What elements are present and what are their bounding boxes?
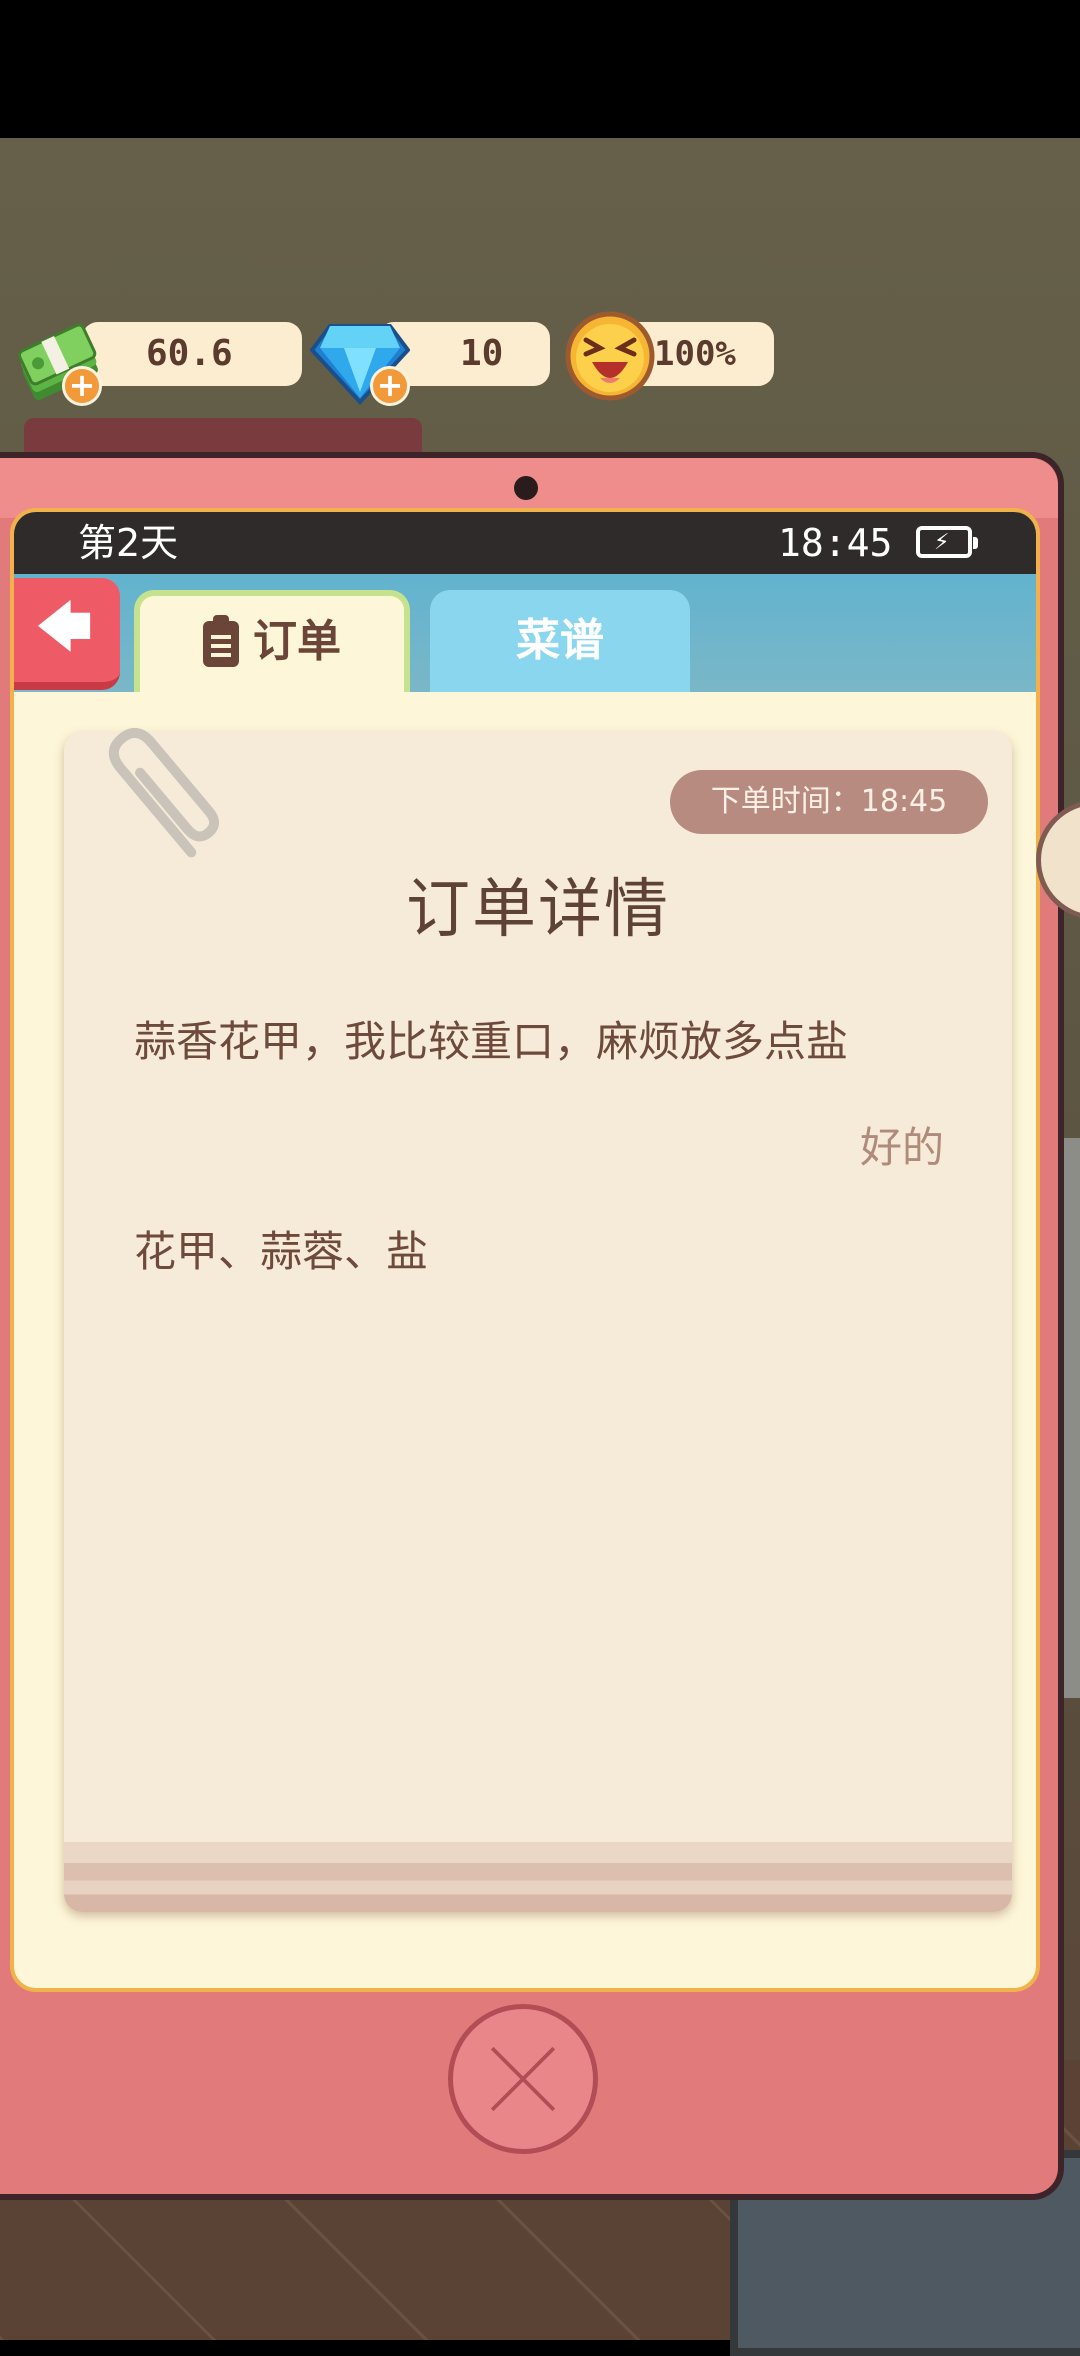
tab-bar: 🡄 订单 菜谱 <box>14 574 1036 692</box>
order-tablet: 第2天 18:45 ⚡ 🡄 订单 菜谱 下单时间：18:45 订单详情 蒜香花甲… <box>0 452 1064 2200</box>
order-detail-card: 下单时间：18:45 订单详情 蒜香花甲，我比较重口，麻烦放多点盐 好的 花甲、… <box>64 727 1012 1912</box>
add-gem-plus-icon[interactable]: + <box>370 366 410 406</box>
order-detail-title: 订单详情 <box>406 873 670 947</box>
paperclip-icon <box>108 727 220 858</box>
close-button[interactable] <box>448 2004 598 2154</box>
reply-text: 好的 <box>859 1123 944 1172</box>
tab-recipes-label: 菜谱 <box>516 615 604 666</box>
back-button[interactable]: 🡄 <box>14 578 120 690</box>
tab-orders[interactable]: 订单 <box>134 590 410 692</box>
card-stack-edges <box>64 1842 1012 1912</box>
add-money-plus-icon[interactable]: + <box>62 366 102 406</box>
back-arrow-icon: 🡄 <box>35 595 93 660</box>
tablet-screen: 第2天 18:45 ⚡ 🡄 订单 菜谱 下单时间：18:45 订单详情 蒜香花甲… <box>10 508 1040 1992</box>
top-black-bar <box>0 0 1080 138</box>
tab-recipes[interactable]: 菜谱 <box>430 590 690 692</box>
status-bar: 第2天 18:45 ⚡ <box>14 512 1036 574</box>
day-counter: 第2天 <box>78 521 179 565</box>
gem-resource[interactable]: 10 + <box>310 318 550 406</box>
order-time-badge: 下单时间：18:45 <box>670 770 988 834</box>
battery-charging-icon: ⚡ <box>916 526 978 558</box>
ingredients-list: 花甲、蒜蓉、盐 <box>134 1227 429 1276</box>
money-value: 60.6 <box>82 322 302 386</box>
tablet-camera <box>514 476 538 500</box>
background-wall-strip <box>1062 1138 1080 1698</box>
status-clock: 18:45 <box>778 521 893 565</box>
customer-request: 蒜香花甲，我比较重口，麻烦放多点盐 <box>134 1017 849 1066</box>
clipboard-icon <box>203 615 239 667</box>
mood-resource: 100% <box>564 311 774 401</box>
money-resource[interactable]: 60.6 + <box>12 318 302 406</box>
laughing-face-icon <box>565 311 655 401</box>
tab-orders-label: 订单 <box>253 616 341 667</box>
